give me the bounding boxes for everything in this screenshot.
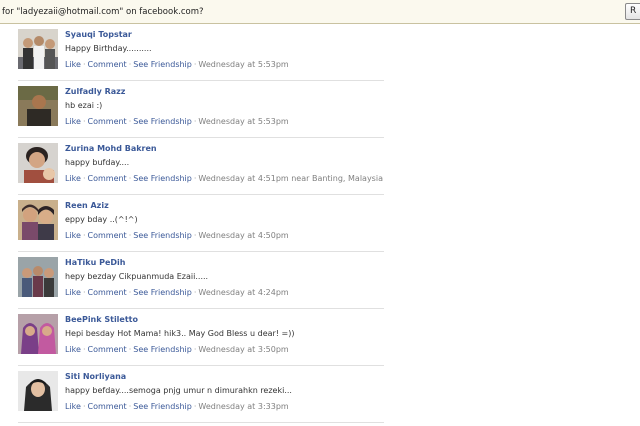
like-link[interactable]: Like	[65, 288, 81, 297]
comment-link[interactable]: Comment	[88, 117, 127, 126]
see-friendship-link[interactable]: See Friendship	[133, 117, 192, 126]
post-message: Happy Birthday..........	[65, 44, 152, 53]
like-link[interactable]: Like	[65, 231, 81, 240]
see-friendship-link[interactable]: See Friendship	[133, 174, 192, 183]
see-friendship-link[interactable]: See Friendship	[133, 288, 192, 297]
avatar[interactable]	[18, 257, 58, 297]
comment-link[interactable]: Comment	[88, 288, 127, 297]
post-author[interactable]: Zulfadly Razz	[65, 87, 125, 96]
wall-post: BeePink Stiletto Hepi besday Hot Mama! h…	[18, 309, 384, 366]
prompt-button[interactable]: R	[625, 3, 640, 20]
see-friendship-link[interactable]: See Friendship	[133, 402, 192, 411]
post-message: happy bufday....	[65, 158, 130, 167]
post-actions: Like · Comment · See Friendship · Wednesday at…	[65, 288, 289, 297]
post-actions: Like · Comment · See Friendship · Wednesday at…	[65, 60, 289, 69]
password-save-prompt: for "ladyezaii@hotmail.com" on facebook.…	[2, 7, 204, 17]
comment-link[interactable]: Comment	[88, 174, 127, 183]
post-actions: Like · Comment · See Friendship · Wednesday at…	[65, 402, 289, 411]
wall-post: Syauqi Topstar Happy Birthday.......... …	[18, 24, 384, 81]
post-author[interactable]: Syauqi Topstar	[65, 30, 132, 39]
like-link[interactable]: Like	[65, 60, 81, 69]
see-friendship-link[interactable]: See Friendship	[133, 231, 192, 240]
post-author[interactable]: HaTiku PeDih	[65, 258, 125, 267]
post-message: hepy bezday Cikpuanmuda Ezaii.....	[65, 272, 209, 281]
wall-post: Zulfadly Razz hb ezai :) Like · Comment · Se…	[18, 81, 384, 138]
wall-post: Reen Aziz eppy bday ..(^!^) Like · Comment…	[18, 195, 384, 252]
post-actions: Like · Comment · See Friendship · Wednesday at…	[65, 174, 383, 183]
post-message: Hepi besday Hot Mama! hik3.. May God Ble…	[65, 329, 295, 338]
post-timestamp[interactable]: Wednesday at 5:53pm	[198, 117, 288, 126]
post-timestamp[interactable]: Wednesday at 4:24pm	[198, 288, 288, 297]
browser-prompt-bar: for "ladyezaii@hotmail.com" on facebook.…	[0, 0, 640, 24]
comment-link[interactable]: Comment	[88, 402, 127, 411]
post-author[interactable]: BeePink Stiletto	[65, 315, 138, 324]
post-actions: Like · Comment · See Friendship · Wednesday at…	[65, 345, 289, 354]
post-timestamp[interactable]: Wednesday at 3:50pm	[198, 345, 288, 354]
post-message: eppy bday ..(^!^)	[65, 215, 138, 224]
post-timestamp[interactable]: Wednesday at 5:53pm	[198, 60, 288, 69]
comment-link[interactable]: Comment	[88, 231, 127, 240]
see-friendship-link[interactable]: See Friendship	[133, 60, 192, 69]
avatar[interactable]	[18, 314, 58, 354]
post-actions: Like · Comment · See Friendship · Wednesday at…	[65, 117, 289, 126]
avatar[interactable]	[18, 371, 58, 411]
post-timestamp[interactable]: Wednesday at 3:33pm	[198, 402, 288, 411]
post-author[interactable]: Zurina Mohd Bakren	[65, 144, 157, 153]
post-message: hb ezai :)	[65, 101, 103, 110]
post-timestamp[interactable]: Wednesday at 4:50pm	[198, 231, 288, 240]
like-link[interactable]: Like	[65, 174, 81, 183]
wall-post: Siti Norliyana happy befday....semoga pn…	[18, 366, 384, 423]
avatar[interactable]	[18, 29, 58, 69]
post-timestamp[interactable]: Wednesday at 4:51pm near Banting, Malays…	[198, 174, 383, 183]
comment-link[interactable]: Comment	[88, 60, 127, 69]
wall-post: Zurina Mohd Bakren happy bufday.... Like…	[18, 138, 384, 195]
avatar[interactable]	[18, 86, 58, 126]
post-actions: Like · Comment · See Friendship · Wednesday at…	[65, 231, 289, 240]
post-author[interactable]: Reen Aziz	[65, 201, 109, 210]
avatar[interactable]	[18, 143, 58, 183]
avatar[interactable]	[18, 200, 58, 240]
like-link[interactable]: Like	[65, 402, 81, 411]
wall-post: HaTiku PeDih hepy bezday Cikpuanmuda Eza…	[18, 252, 384, 309]
like-link[interactable]: Like	[65, 345, 81, 354]
see-friendship-link[interactable]: See Friendship	[133, 345, 192, 354]
comment-link[interactable]: Comment	[88, 345, 127, 354]
post-author[interactable]: Siti Norliyana	[65, 372, 126, 381]
like-link[interactable]: Like	[65, 117, 81, 126]
post-message: happy befday....semoga pnjg umur n dimur…	[65, 386, 292, 395]
